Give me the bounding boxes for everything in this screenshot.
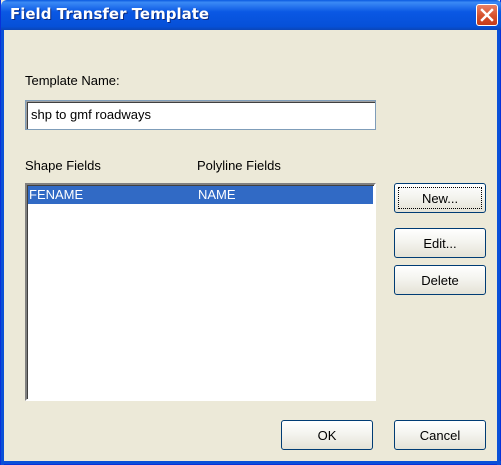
window-title: Field Transfer Template bbox=[10, 5, 210, 23]
column-header-polyline-fields: Polyline Fields bbox=[197, 158, 281, 173]
list-item[interactable]: FENAME NAME bbox=[28, 186, 373, 204]
field-mapping-list[interactable]: FENAME NAME bbox=[25, 183, 376, 401]
new-button[interactable]: New... bbox=[394, 183, 486, 213]
shape-field-cell: FENAME bbox=[29, 187, 84, 202]
polyline-field-cell: NAME bbox=[198, 187, 236, 202]
template-name-input[interactable]: shp to gmf roadways bbox=[25, 100, 376, 130]
cancel-button[interactable]: Cancel bbox=[394, 420, 486, 450]
ok-button[interactable]: OK bbox=[281, 420, 373, 450]
dialog-window: Field Transfer Template Template Name: s… bbox=[0, 0, 501, 465]
delete-button[interactable]: Delete bbox=[394, 265, 486, 295]
template-name-label: Template Name: bbox=[25, 73, 120, 88]
close-button[interactable] bbox=[476, 4, 498, 26]
window-border-bottom bbox=[1, 461, 501, 464]
window-border-right bbox=[497, 30, 500, 465]
column-header-shape-fields: Shape Fields bbox=[25, 158, 101, 173]
title-bar[interactable]: Field Transfer Template bbox=[1, 0, 501, 30]
window-border-left bbox=[1, 30, 4, 465]
close-icon bbox=[480, 8, 494, 22]
edit-button[interactable]: Edit... bbox=[394, 228, 486, 258]
